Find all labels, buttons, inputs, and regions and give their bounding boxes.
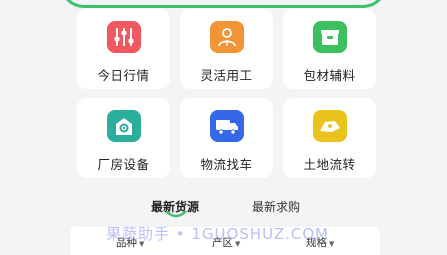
worker-icon xyxy=(209,21,244,53)
filter-origin[interactable]: 产区 ▼ xyxy=(212,235,240,250)
truck-icon xyxy=(209,110,244,142)
tile-label: 厂房设备 xyxy=(97,157,150,172)
source-tabs: 最新货源 最新求购 xyxy=(0,196,447,222)
filter-label: 规格 xyxy=(306,237,327,249)
filter-variety[interactable]: 品种 ▼ xyxy=(116,235,144,250)
tile-flexible-labor[interactable]: 灵活用工 xyxy=(180,9,273,89)
tile-factory-equipment[interactable]: 厂房设备 xyxy=(77,98,170,178)
package-icon xyxy=(312,21,347,53)
caret-down-icon: ▼ xyxy=(235,240,241,248)
filter-label: 品种 xyxy=(116,237,137,249)
filter-spec[interactable]: 规格 ▼ xyxy=(306,235,334,250)
active-tab-indicator xyxy=(166,211,186,218)
app-screen: 今日行情 灵活用工 包材辅料 厂房设备 物流找车 土地流转 最新货源 最新求购 … xyxy=(0,0,447,255)
tile-label: 土地流转 xyxy=(303,157,356,172)
tile-label: 包材辅料 xyxy=(303,68,356,83)
filter-bar: 品种 ▼ 产区 ▼ 规格 ▼ xyxy=(70,227,380,255)
caret-down-icon: ▼ xyxy=(329,240,335,248)
header-arc-decoration xyxy=(60,0,387,8)
sliders-icon xyxy=(106,21,141,53)
tab-latest-demand[interactable]: 最新求购 xyxy=(252,198,300,215)
tile-label: 今日行情 xyxy=(97,68,150,83)
tile-label: 物流找车 xyxy=(200,157,253,172)
tile-logistics[interactable]: 物流找车 xyxy=(180,98,273,178)
factory-gear-icon xyxy=(106,110,141,142)
tile-market-today[interactable]: 今日行情 xyxy=(77,9,170,89)
tile-land-transfer[interactable]: 土地流转 xyxy=(283,98,376,178)
caret-down-icon: ▼ xyxy=(139,240,145,248)
tile-packaging[interactable]: 包材辅料 xyxy=(283,9,376,89)
tile-label: 灵活用工 xyxy=(200,68,253,83)
filter-label: 产区 xyxy=(212,237,233,249)
land-icon xyxy=(312,110,347,142)
